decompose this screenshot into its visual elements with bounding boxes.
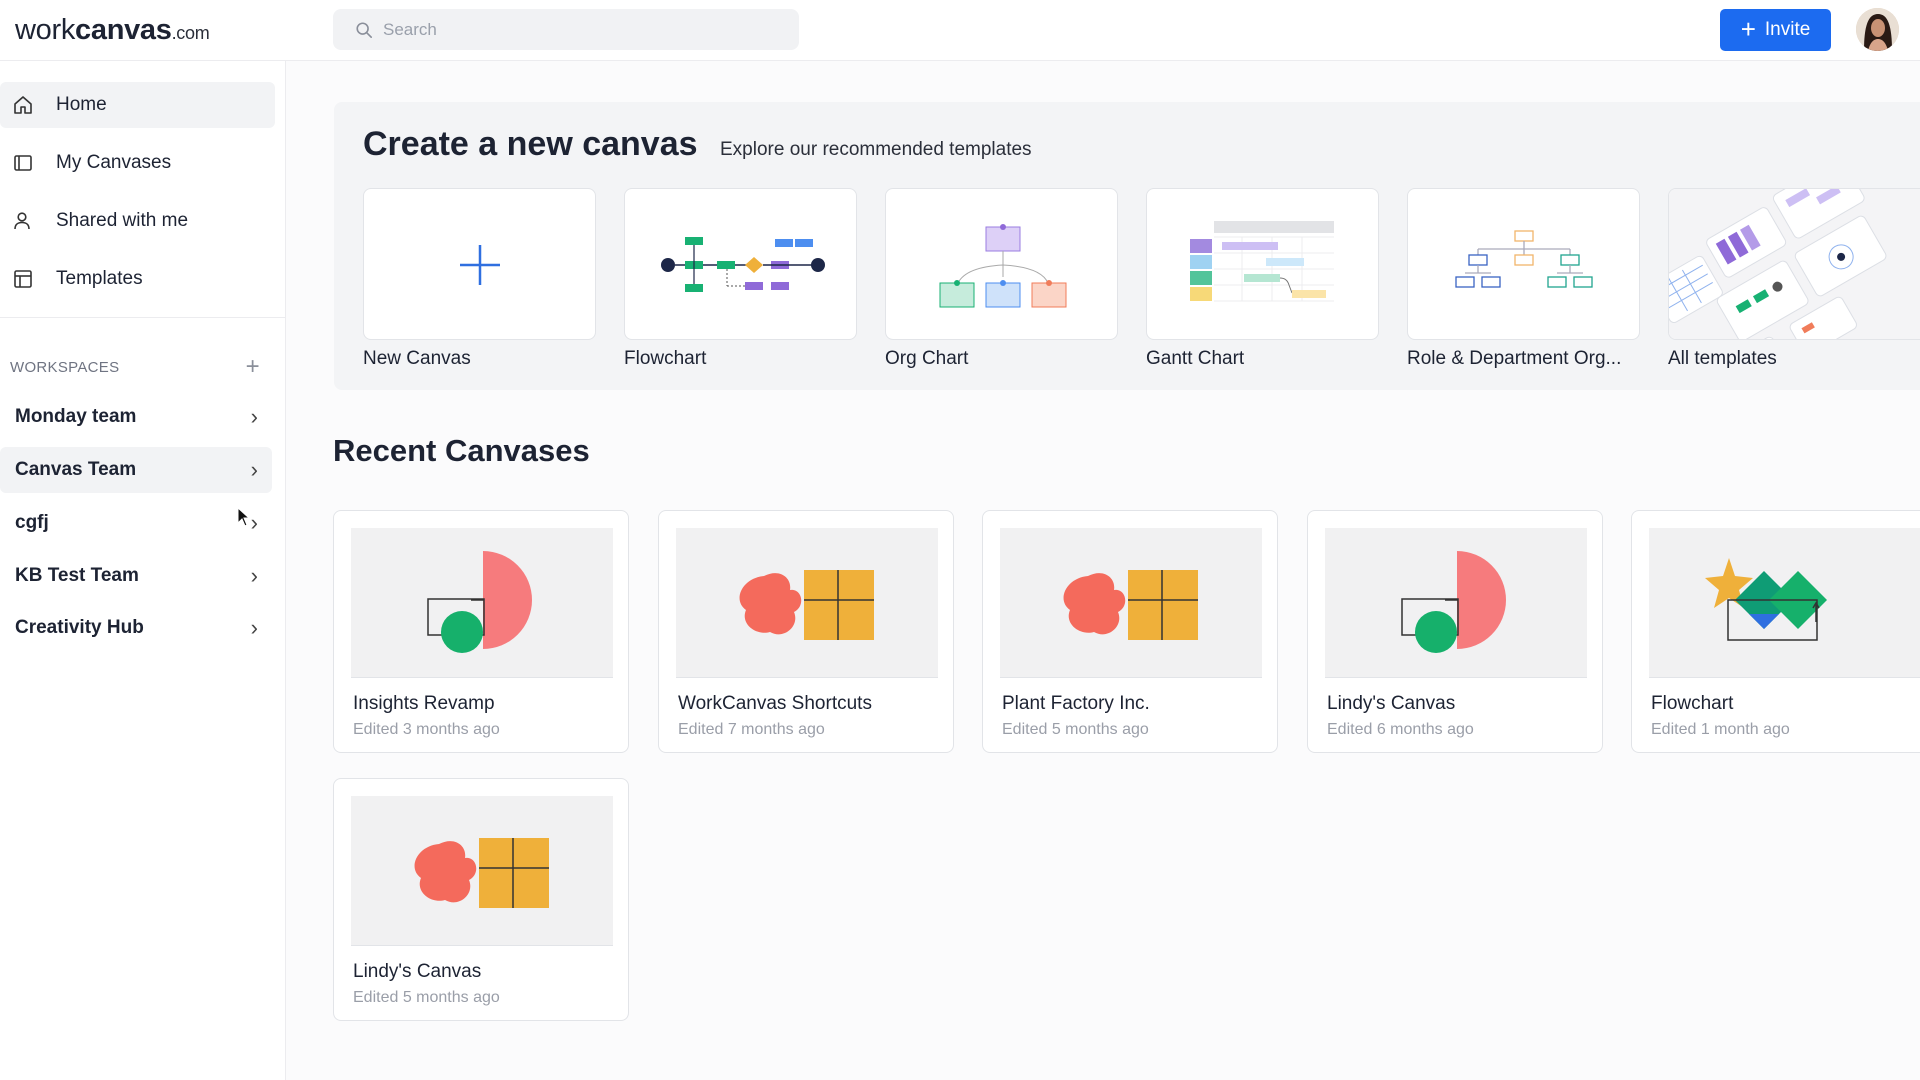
home-icon bbox=[14, 96, 32, 114]
canvas-thumbnail bbox=[1325, 528, 1587, 678]
template-label: Org Chart bbox=[885, 348, 969, 369]
all-templates-collage-icon bbox=[1669, 189, 1920, 339]
plus-icon: + bbox=[1740, 13, 1756, 44]
logo-part-canvas: canvas bbox=[75, 14, 172, 46]
sidebar-item-my-canvases[interactable]: My Canvases bbox=[0, 140, 275, 186]
chevron-right-icon: › bbox=[250, 404, 258, 429]
search-icon bbox=[356, 21, 373, 38]
workspace-item[interactable]: Monday team › bbox=[0, 394, 272, 440]
template-label: Gantt Chart bbox=[1146, 348, 1245, 369]
chevron-right-icon: › bbox=[250, 563, 258, 588]
canvas-card[interactable]: Lindy's Canvas Edited 5 months ago bbox=[333, 778, 629, 1021]
logo[interactable]: workcanvas.com bbox=[15, 14, 210, 47]
canvas-name: WorkCanvas Shortcuts bbox=[678, 693, 872, 714]
canvas-name: Flowchart bbox=[1651, 693, 1734, 714]
canvas-edited: Edited 5 months ago bbox=[1002, 721, 1149, 738]
canvas-card[interactable]: Flowchart Edited 1 month ago bbox=[1631, 510, 1920, 753]
canvas-card[interactable]: Lindy's Canvas Edited 6 months ago bbox=[1307, 510, 1603, 753]
canvas-card[interactable]: Insights Revamp Edited 3 months ago bbox=[333, 510, 629, 753]
sidebar-item-shared[interactable]: Shared with me bbox=[0, 198, 275, 244]
template-section-title: Create a new canvas bbox=[363, 125, 698, 163]
canvas-edited: Edited 6 months ago bbox=[1327, 721, 1474, 738]
canvas-thumbnail bbox=[676, 528, 938, 678]
blob-grid-illustration-icon bbox=[1063, 570, 1198, 640]
main-content: Create a new canvas Explore our recommen… bbox=[287, 61, 1920, 1080]
org-chart-thumbnail-icon bbox=[939, 224, 1067, 308]
sidebar-item-templates[interactable]: Templates bbox=[0, 256, 275, 302]
invite-label: Invite bbox=[1764, 19, 1811, 40]
add-workspace-icon[interactable]: + bbox=[246, 353, 260, 381]
template-label: New Canvas bbox=[363, 348, 471, 369]
canvas-edited: Edited 5 months ago bbox=[353, 989, 500, 1006]
workspace-label: Canvas Team bbox=[15, 459, 137, 480]
canvas-name: Plant Factory Inc. bbox=[1002, 693, 1150, 714]
template-label: All templates bbox=[1668, 348, 1777, 369]
canvas-card[interactable]: Plant Factory Inc. Edited 5 months ago bbox=[982, 510, 1278, 753]
workspaces-heading: WORKSPACES bbox=[10, 358, 120, 376]
template-card-gantt-chart[interactable] bbox=[1146, 188, 1379, 340]
template-card-role-department-org[interactable] bbox=[1407, 188, 1640, 340]
mouse-cursor-icon bbox=[237, 507, 251, 527]
template-card-new-canvas[interactable] bbox=[363, 188, 596, 340]
canvas-edited: Edited 3 months ago bbox=[353, 721, 500, 738]
workspace-item[interactable]: KB Test Team › bbox=[0, 553, 272, 599]
search-input[interactable] bbox=[383, 19, 783, 40]
canvas-card[interactable]: WorkCanvas Shortcuts Edited 7 months ago bbox=[658, 510, 954, 753]
workspace-item[interactable]: Canvas Team › bbox=[0, 447, 272, 493]
gantt-chart-thumbnail-icon bbox=[1190, 221, 1334, 302]
chevron-right-icon: › bbox=[250, 510, 258, 535]
arc-circle-illustration-icon bbox=[427, 551, 532, 653]
org-structure-thumbnail-icon bbox=[1455, 230, 1593, 288]
workspace-label: KB Test Team bbox=[15, 565, 139, 586]
sidebar-item-label: Home bbox=[56, 94, 107, 115]
template-label: Role & Department Org... bbox=[1407, 348, 1622, 369]
canvas-edited: Edited 7 months ago bbox=[678, 721, 825, 738]
sidebar-item-label: Shared with me bbox=[56, 210, 189, 231]
arc-circle-illustration-icon bbox=[1401, 551, 1506, 653]
workspace-label: cgfj bbox=[15, 512, 49, 533]
user-icon bbox=[14, 212, 30, 230]
template-section-subtitle: Explore our recommended templates bbox=[720, 139, 1032, 160]
recent-canvases-title: Recent Canvases bbox=[333, 433, 590, 468]
logo-part-work: work bbox=[15, 14, 76, 46]
chevron-right-icon: › bbox=[250, 615, 258, 640]
avatar[interactable] bbox=[1856, 8, 1899, 51]
template-card-all-templates[interactable] bbox=[1668, 188, 1920, 340]
workspace-label: Creativity Hub bbox=[15, 617, 144, 638]
canvas-thumbnail bbox=[1000, 528, 1262, 678]
workspaces-header: WORKSPACES + bbox=[10, 353, 260, 381]
chevron-right-icon: › bbox=[250, 457, 258, 482]
star-diamond-illustration-icon bbox=[1705, 558, 1827, 641]
canvas-name: Insights Revamp bbox=[353, 693, 495, 714]
top-bar: workcanvas.com + Invite bbox=[0, 0, 1920, 61]
template-label: Flowchart bbox=[624, 348, 707, 369]
sidebar-item-label: My Canvases bbox=[56, 152, 172, 173]
canvas-icon bbox=[14, 155, 32, 171]
template-card-org-chart[interactable] bbox=[885, 188, 1118, 340]
invite-button[interactable]: + Invite bbox=[1720, 9, 1831, 51]
workspace-item[interactable]: Creativity Hub › bbox=[0, 605, 272, 651]
workspace-label: Monday team bbox=[15, 406, 137, 427]
template-icon bbox=[14, 270, 32, 288]
template-card-flowchart[interactable] bbox=[624, 188, 857, 340]
plus-icon bbox=[460, 245, 500, 285]
sidebar-item-home[interactable]: Home bbox=[0, 82, 275, 128]
workspace-item[interactable]: cgfj › bbox=[0, 500, 272, 546]
canvas-edited: Edited 1 month ago bbox=[1651, 721, 1790, 738]
canvas-thumbnail bbox=[351, 796, 613, 946]
logo-part-com: .com bbox=[171, 23, 210, 43]
sidebar-item-label: Templates bbox=[56, 268, 143, 289]
blob-grid-illustration-icon bbox=[414, 838, 549, 908]
canvas-name: Lindy's Canvas bbox=[1327, 693, 1456, 714]
search-bar[interactable] bbox=[333, 9, 799, 50]
sidebar-divider bbox=[0, 317, 286, 318]
canvas-thumbnail bbox=[351, 528, 613, 678]
canvas-name: Lindy's Canvas bbox=[353, 961, 482, 982]
canvas-thumbnail bbox=[1649, 528, 1920, 678]
sidebar: Home My Canvases Shared with me Template… bbox=[0, 61, 286, 1080]
blob-grid-illustration-icon bbox=[739, 570, 874, 640]
user-avatar-icon bbox=[1856, 8, 1899, 51]
flowchart-thumbnail-icon bbox=[661, 237, 825, 292]
